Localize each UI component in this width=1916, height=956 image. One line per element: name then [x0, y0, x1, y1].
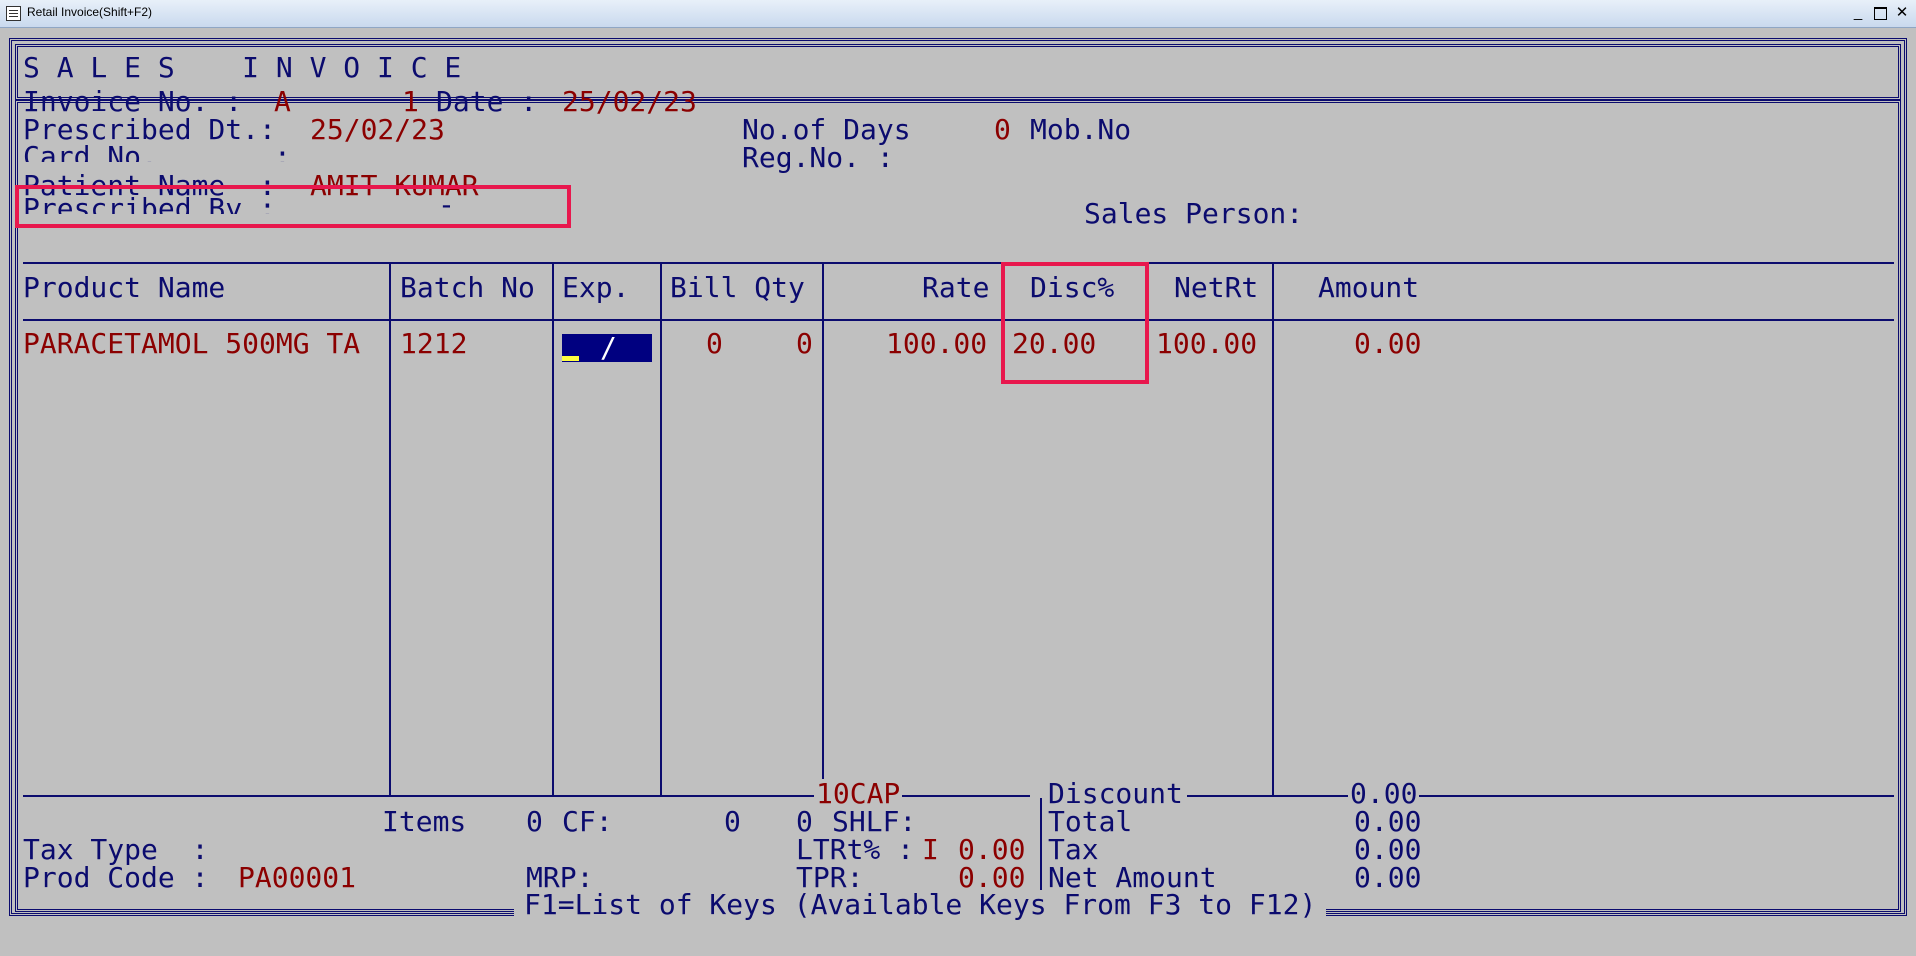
col-header-amount: Amount: [1318, 271, 1420, 304]
prescribed-dt-label: Prescribed Dt.:: [23, 113, 276, 146]
cell-qty[interactable]: 0: [796, 329, 813, 359]
disc-column-highlight: [1001, 262, 1149, 384]
prod-code-value: PA00001: [238, 861, 357, 894]
col-header-batch-no: Batch No: [400, 271, 535, 304]
col-header-exp: Exp.: [562, 271, 630, 304]
maximize-button[interactable]: [1870, 4, 1890, 22]
window-title: Retail Invoice(Shift+F2): [27, 5, 153, 19]
cell-product-name[interactable]: PARACETAMOL 500MG TA: [23, 329, 360, 359]
items-value: 0: [526, 805, 543, 838]
col-divider: [822, 264, 824, 796]
ltrt-flag: I: [922, 833, 939, 866]
sales-person-label: Sales Person:: [1084, 197, 1304, 230]
col-header-netrt: NetRt: [1174, 271, 1259, 304]
exp-input[interactable]: /: [562, 331, 652, 364]
keys-hint: F1=List of Keys (Available Keys From F3 …: [514, 890, 1327, 920]
maximize-icon: [1874, 7, 1887, 20]
table-top-border: [23, 262, 1894, 264]
cf-value: 0: [724, 805, 741, 838]
exp-separator: /: [600, 331, 617, 364]
date-field[interactable]: 25/02/23: [562, 87, 697, 117]
cell-rate[interactable]: 100.00: [886, 329, 987, 359]
cell-batch-no[interactable]: 1212: [400, 329, 467, 359]
prescribed-dt-field[interactable]: 25/02/23: [310, 115, 445, 145]
col-divider: [1272, 264, 1274, 796]
mob-no-label: Mob.No: [1030, 113, 1132, 146]
minimize-button[interactable]: _: [1848, 4, 1868, 22]
app-menu-icon[interactable]: [6, 6, 21, 21]
close-button[interactable]: ✕: [1892, 4, 1912, 22]
window-titlebar: Retail Invoice(Shift+F2) _ ✕: [0, 0, 1916, 28]
col-header-product-name: Product Name: [23, 271, 226, 304]
col-divider: [552, 264, 554, 796]
col-divider: [389, 264, 391, 796]
page-title: S A L E S I N V O I C E: [23, 51, 462, 84]
card-no-colon: :: [274, 142, 291, 162]
col-header-bill-qty: Bill Qty: [670, 271, 805, 304]
table-header-border: [23, 319, 1894, 321]
cell-bill[interactable]: 0: [706, 329, 723, 359]
cf-label: CF:: [562, 805, 613, 838]
items-label: Items: [382, 805, 467, 838]
no-of-days-field[interactable]: 0: [994, 115, 1011, 145]
col-header-rate: Rate: [922, 271, 990, 304]
table-bottom-border: [23, 795, 1894, 797]
card-no-label: Card No.: [23, 142, 158, 162]
net-amount-value: 0.00: [1354, 861, 1422, 894]
reg-no-label: Reg.No. :: [742, 141, 894, 174]
date-label: Date :: [436, 85, 538, 118]
cell-netrt[interactable]: 100.00: [1156, 329, 1257, 359]
patient-name-highlight: [15, 185, 571, 228]
invoice-terminal: S A L E S I N V O I C E Invoice No. : A …: [0, 28, 1916, 956]
text-cursor: [562, 356, 579, 361]
prod-code-label: Prod Code :: [23, 861, 209, 894]
invoice-series[interactable]: A: [274, 87, 291, 117]
cell-amount[interactable]: 0.00: [1354, 329, 1421, 359]
col-divider: [660, 264, 662, 796]
